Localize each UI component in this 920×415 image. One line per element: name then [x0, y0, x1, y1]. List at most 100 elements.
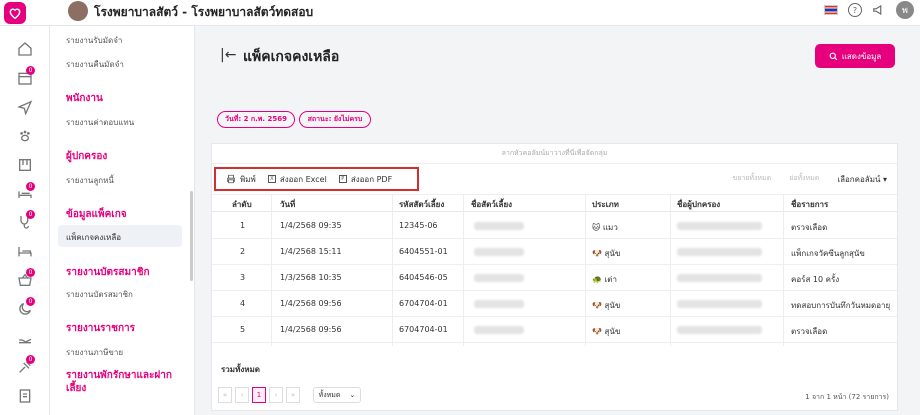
table-row[interactable]: 2 1/4/2568 15:11 6404551-01 🐶 สุนัข แพ็กเกจว…	[212, 239, 897, 265]
top-bar: โรงพยาบาลสัตว์ - โรงพยาบาลสัตว์ทดสอบ ? พ	[0, 0, 920, 26]
chevron-down-icon: ⌄	[349, 391, 356, 399]
bed-badge: 0	[26, 182, 35, 191]
col-owner[interactable]: ชื่อผู้ปกครอง	[677, 198, 720, 211]
send-icon[interactable]	[17, 99, 33, 115]
hospital-bed-icon[interactable]	[17, 243, 33, 259]
icon-rail: 0 0 0 0 0 0	[0, 26, 50, 415]
register-icon[interactable]	[17, 157, 33, 173]
pet-type-label: เต่า	[604, 275, 617, 284]
col-pet-code[interactable]: รหัสสัตว์เลี้ยง	[399, 198, 444, 211]
thai-flag-icon[interactable]	[824, 5, 838, 15]
menu-debtors[interactable]: รายงานลูกหนี้	[66, 174, 114, 187]
cell-pet-code: 12345-06	[399, 221, 438, 230]
cell-date: 1/4/2568 09:56	[280, 299, 342, 308]
data-grid: ลากหัวคอลัมน์มาวางที่นี่เพื่อจัดกลุ่ม พิ…	[211, 143, 898, 411]
collapse-all-button[interactable]: ย่อทั้งหมด	[789, 173, 819, 186]
col-no[interactable]: ลำดับ	[232, 198, 252, 211]
prev-page-button[interactable]: ‹	[235, 387, 249, 403]
menu-sales-tax[interactable]: รายงานภาษีขาย	[66, 346, 123, 359]
cell-pet-name-redacted	[474, 222, 524, 230]
cell-date: 1/4/2568 09:56	[280, 325, 342, 334]
cell-pet-name-redacted	[474, 326, 524, 334]
page-size-value: ทั้งหมด	[318, 390, 341, 399]
pet-type-icon: 🐱	[592, 223, 601, 232]
cell-no: 4	[240, 299, 246, 308]
col-date[interactable]: วันที่	[280, 198, 295, 211]
megaphone-icon[interactable]	[872, 3, 886, 17]
group-panel-hint[interactable]: ลากหัวคอลัมน์มาวางที่นี่เพื่อจัดกลุ่ม	[212, 144, 897, 164]
menu-scrollbar[interactable]	[190, 191, 193, 281]
cell-pet-name-redacted	[474, 248, 524, 256]
menu-membership-report[interactable]: รายงานบัตรสมาชิก	[66, 288, 133, 301]
report-icon[interactable]	[17, 388, 33, 404]
cell-pet-name-redacted	[474, 300, 524, 308]
pet-type-icon: 🐶	[592, 249, 602, 258]
cell-type: 🐶 สุนัข	[592, 325, 620, 338]
pet-type-icon: 🐢	[592, 275, 602, 284]
print-button[interactable]: พิมพ์	[226, 173, 256, 186]
table-row[interactable]: 1 1/4/2568 09:35 12345-06 🐱 แมว ตรวจเลือด	[212, 213, 897, 239]
column-chooser[interactable]: เลือกคอลัมน์ ▾	[837, 173, 887, 186]
cell-item: แพ็กเกจวัคซีนลูกสุนัข	[791, 249, 865, 258]
pdf-icon: P	[338, 175, 347, 183]
home-icon[interactable]	[17, 41, 33, 57]
cell-type: 🐢 เต่า	[592, 273, 617, 286]
cell-pet-code: 6404546-05	[399, 273, 448, 282]
col-pet-name[interactable]: ชื่อสัตว์เลี้ยง	[471, 198, 512, 211]
cell-item: ตรวจเลือด	[791, 327, 828, 336]
paw-icon[interactable]	[17, 128, 33, 144]
page-title: แพ็คเกจคงเหลือ	[243, 49, 340, 65]
next-page-button[interactable]: ›	[269, 387, 283, 403]
status-filter-chip[interactable]: สถานะ: ยังไม่ครบ	[299, 111, 371, 128]
export-excel-button[interactable]: X ส่งออก Excel	[267, 173, 327, 186]
user-avatar[interactable]: พ	[896, 1, 914, 19]
cell-no: 5	[240, 325, 246, 334]
menu-section-owner: ผู้ปกครอง	[66, 151, 108, 162]
show-data-button[interactable]: แสดงข้อมูล	[815, 44, 895, 68]
pet-type-label: สุนัข	[604, 327, 621, 336]
syringe-badge: 0	[26, 355, 35, 364]
col-item[interactable]: ชื่อรายการ	[791, 198, 828, 211]
cell-no: 1	[240, 221, 246, 230]
cell-type: 🐶 สุนัข	[592, 299, 620, 312]
page-info: 1 จาก 1 หน้า (72 รายการ)	[805, 393, 889, 401]
first-page-button[interactable]: «	[218, 387, 232, 403]
cell-date: 1/4/2568 09:35	[280, 221, 342, 230]
table-row[interactable]: 5 1/4/2568 09:56 6704704-01 🐶 สุนัข ตรวจเลือ…	[212, 317, 897, 343]
table-row[interactable]: 4 1/4/2568 09:56 6704704-01 🐶 สุนัข ทดสอบการ…	[212, 291, 897, 317]
menu-deposit-refund[interactable]: รายงานคืนมัดจำ	[66, 58, 124, 71]
expand-all-button[interactable]: ขยายทั้งหมด	[732, 173, 771, 186]
cell-date: 1/3/2568 10:35	[280, 273, 342, 282]
menu-section-staff: พนักงาน	[66, 93, 103, 104]
last-page-button[interactable]: »	[286, 387, 300, 403]
export-pdf-button[interactable]: P ส่งออก PDF	[338, 173, 392, 186]
search-icon	[829, 52, 837, 60]
back-arrow-icon[interactable]: |←	[220, 47, 236, 63]
menu-section-government: รายงานราชการ	[66, 323, 135, 334]
menu-section-boarding: รายงานพักรักษาและฝากเลี้ยง	[66, 370, 172, 394]
menu-compensation[interactable]: รายงานค่าตอบแทน	[66, 116, 134, 129]
cell-no: 2	[240, 247, 246, 256]
cell-owner-redacted	[677, 222, 762, 230]
hand-icon[interactable]	[17, 330, 33, 346]
clinic-avatar	[68, 1, 88, 21]
menu-deposit-receive[interactable]: รายงานรับมัดจำ	[66, 34, 122, 47]
pager: « ‹ 1 › » ทั้งหมด ⌄	[218, 387, 361, 403]
cell-owner-redacted	[677, 274, 762, 282]
menu-package-remaining[interactable]: แพ็คเกจคงเหลือ	[66, 231, 121, 244]
date-filter-chip[interactable]: วันที่: 2 ก.พ. 2569	[217, 111, 295, 128]
printer-icon	[227, 174, 235, 184]
summary-label: รวมทั้งหมด	[221, 365, 260, 374]
report-menu: รายงานรับมัดจำ รายงานคืนมัดจำ พนักงาน รา…	[50, 26, 195, 415]
page-size-select[interactable]: ทั้งหมด ⌄	[313, 387, 361, 403]
pet-type-label: แมว	[602, 223, 618, 232]
help-icon[interactable]: ?	[848, 3, 862, 17]
app-logo-heart-icon[interactable]	[4, 2, 26, 24]
page-1-button[interactable]: 1	[252, 387, 266, 403]
cell-pet-code: 6404551-01	[399, 247, 448, 256]
cell-pet-name-redacted	[474, 274, 524, 282]
pet-type-icon: 🐶	[592, 301, 602, 310]
export-toolbar: พิมพ์ X ส่งออก Excel P ส่งออก PDF	[214, 167, 419, 191]
table-row[interactable]: 3 1/3/2568 10:35 6404546-05 🐢 เต่า คอร์ส 10 …	[212, 265, 897, 291]
col-type[interactable]: ประเภท	[592, 198, 619, 211]
